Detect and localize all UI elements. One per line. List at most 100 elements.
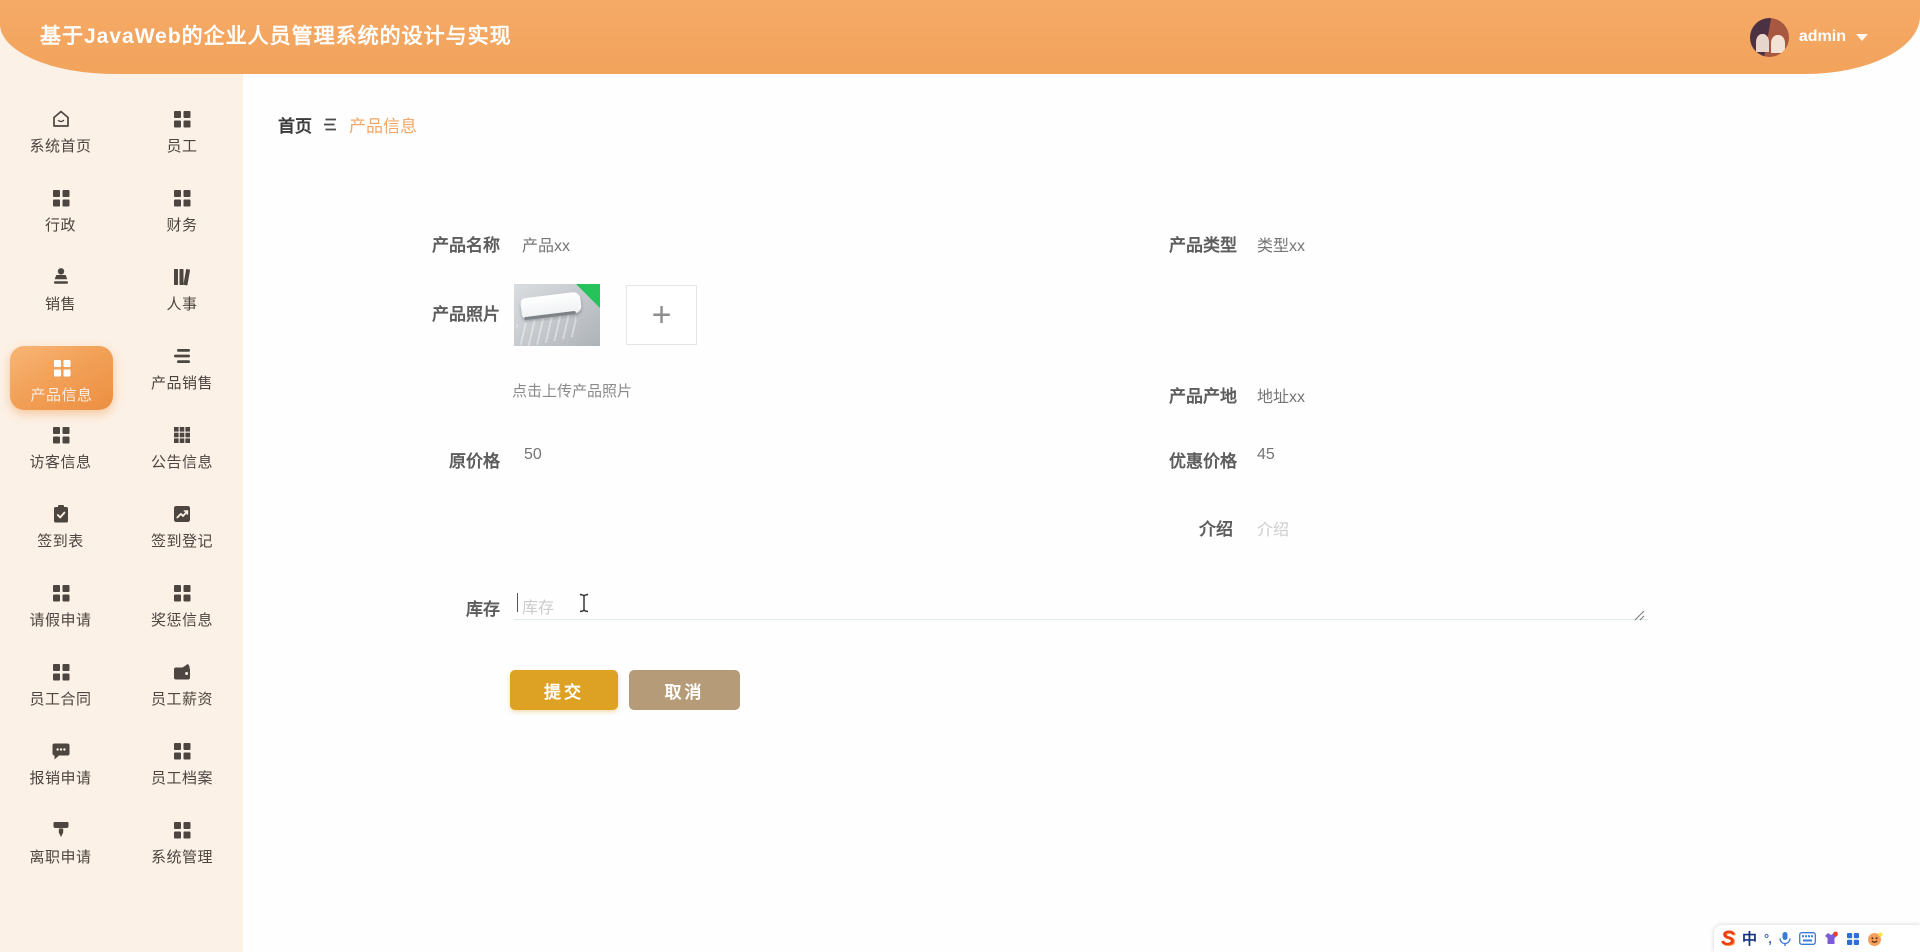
product-origin-input[interactable]: 地址xx bbox=[1257, 383, 1305, 407]
toolbox-icon[interactable] bbox=[1846, 932, 1860, 946]
sidebar-item-label: 行政 bbox=[45, 214, 76, 235]
grid-icon bbox=[50, 661, 72, 683]
caret-down-icon bbox=[1856, 34, 1868, 41]
user-menu[interactable]: admin bbox=[1750, 15, 1868, 59]
ime-toolbar: S 中 °, bbox=[1714, 925, 1920, 952]
sidebar-item-label: 员工合同 bbox=[29, 688, 91, 709]
sidebar-item-label: 财务 bbox=[166, 214, 197, 235]
breadcrumb-current[interactable]: 产品信息 bbox=[349, 112, 417, 137]
sogou-logo[interactable]: S bbox=[1721, 928, 1735, 949]
sidebar-item-leave-request[interactable]: 请假申请 bbox=[0, 573, 121, 652]
sidebar-item-label: 产品信息 bbox=[30, 384, 92, 405]
list-icon bbox=[171, 345, 193, 367]
mouse-ibeam-cursor bbox=[578, 593, 590, 618]
photo-upload-button[interactable]: + bbox=[626, 285, 697, 345]
sidebar-item-salary[interactable]: 员工薪资 bbox=[121, 652, 243, 731]
text-caret bbox=[517, 593, 518, 612]
mic-icon[interactable] bbox=[1778, 931, 1792, 947]
sidebar: 系统首页 员工 行政 财务 销售 人事 bbox=[0, 0, 243, 952]
product-photo-label: 产品照片 bbox=[340, 300, 500, 325]
home-icon bbox=[50, 108, 72, 130]
product-origin-label: 产品产地 bbox=[1077, 382, 1237, 407]
submit-button[interactable]: 提交 bbox=[510, 670, 618, 710]
cancel-button[interactable]: 取消 bbox=[629, 670, 740, 710]
app-header: 基于JavaWeb的企业人员管理系统的设计与实现 admin bbox=[0, 0, 1920, 74]
sidebar-item-home[interactable]: 系统首页 bbox=[0, 99, 121, 178]
grid-icon bbox=[50, 187, 72, 209]
books-icon bbox=[171, 266, 193, 288]
photo-corner-badge bbox=[576, 284, 600, 308]
grid-icon bbox=[171, 582, 193, 604]
sidebar-item-finance[interactable]: 财务 bbox=[121, 178, 243, 257]
sidebar-menu: 系统首页 员工 行政 财务 销售 人事 bbox=[0, 99, 243, 889]
sidebar-item-product-info[interactable]: 产品信息 bbox=[10, 346, 113, 410]
sidebar-item-reimbursement[interactable]: 报销申请 bbox=[0, 731, 121, 810]
product-type-label: 产品类型 bbox=[1077, 231, 1237, 256]
ime-punctuation[interactable]: °, bbox=[1764, 931, 1771, 946]
intro-input[interactable]: 介绍 bbox=[1257, 516, 1289, 540]
stamp-icon bbox=[50, 266, 72, 288]
grid-icon bbox=[171, 740, 193, 762]
sidebar-item-label: 离职申请 bbox=[29, 846, 91, 867]
sidebar-item-hr[interactable]: 人事 bbox=[121, 257, 243, 336]
grid-icon bbox=[171, 108, 193, 130]
stock-placeholder: 库存 bbox=[522, 594, 554, 618]
sidebar-item-system-admin[interactable]: 系统管理 bbox=[121, 810, 243, 889]
resize-grip-icon[interactable] bbox=[1630, 606, 1646, 627]
discount-price-label: 优惠价格 bbox=[1077, 447, 1237, 472]
sidebar-item-administration[interactable]: 行政 bbox=[0, 178, 121, 257]
plus-icon: + bbox=[652, 298, 672, 332]
sidebar-item-label: 公告信息 bbox=[151, 451, 213, 472]
sidebar-item-announcement[interactable]: 公告信息 bbox=[121, 415, 243, 494]
sidebar-item-label: 签到登记 bbox=[151, 530, 213, 551]
hamburger-icon bbox=[323, 118, 338, 131]
sidebar-item-label: 产品销售 bbox=[151, 372, 213, 393]
sidebar-item-signin-sheet[interactable]: 签到表 bbox=[0, 494, 121, 573]
breadcrumb-home[interactable]: 首页 bbox=[278, 112, 312, 137]
grid-icon bbox=[50, 424, 72, 446]
sidebar-item-label: 系统管理 bbox=[151, 846, 213, 867]
sidebar-item-resignation[interactable]: 离职申请 bbox=[0, 810, 121, 889]
breadcrumb: 首页 产品信息 bbox=[278, 112, 417, 137]
sidebar-item-contract[interactable]: 员工合同 bbox=[0, 652, 121, 731]
chart-icon bbox=[171, 503, 193, 525]
sidebar-item-label: 员工薪资 bbox=[151, 688, 213, 709]
discount-price-input[interactable]: 45 bbox=[1257, 446, 1275, 464]
photo-upload-hint: 点击上传产品照片 bbox=[512, 380, 632, 401]
sidebar-item-visitor-info[interactable]: 访客信息 bbox=[0, 415, 121, 494]
original-price-input[interactable]: 50 bbox=[524, 446, 542, 464]
sidebar-item-employee-files[interactable]: 员工档案 bbox=[121, 731, 243, 810]
user-avatar[interactable] bbox=[1750, 18, 1789, 57]
emoji-icon[interactable] bbox=[1867, 931, 1883, 947]
clipboard-check-icon bbox=[50, 503, 72, 525]
sidebar-item-label: 员工 bbox=[166, 135, 197, 156]
sidebar-item-reward-punishment[interactable]: 奖惩信息 bbox=[121, 573, 243, 652]
sidebar-item-sales[interactable]: 销售 bbox=[0, 257, 121, 336]
sidebar-item-label: 访客信息 bbox=[29, 451, 91, 472]
grid-icon bbox=[171, 187, 193, 209]
sidebar-item-label: 员工档案 bbox=[151, 767, 213, 788]
product-photo-thumbnail[interactable] bbox=[514, 284, 600, 346]
sidebar-item-signin-register[interactable]: 签到登记 bbox=[121, 494, 243, 573]
grid-icon bbox=[51, 357, 73, 379]
ime-mode-chinese[interactable]: 中 bbox=[1742, 928, 1757, 949]
username: admin bbox=[1799, 28, 1846, 46]
intro-label: 介绍 bbox=[1073, 515, 1233, 540]
chat-icon bbox=[50, 740, 72, 762]
stock-label: 库存 bbox=[340, 595, 500, 620]
product-name-label: 产品名称 bbox=[340, 231, 500, 256]
product-type-input[interactable]: 类型xx bbox=[1257, 232, 1305, 256]
original-price-label: 原价格 bbox=[340, 447, 500, 472]
sidebar-item-label: 人事 bbox=[166, 293, 197, 314]
skin-icon[interactable] bbox=[1823, 931, 1839, 946]
grid-icon bbox=[171, 819, 193, 841]
grid9-icon bbox=[171, 424, 193, 446]
grid-icon bbox=[50, 582, 72, 604]
product-name-input[interactable]: 产品xx bbox=[522, 232, 570, 256]
sidebar-item-label: 奖惩信息 bbox=[151, 609, 213, 630]
stock-textarea[interactable]: 库存 bbox=[514, 574, 1648, 620]
sidebar-item-product-sales[interactable]: 产品销售 bbox=[121, 336, 243, 415]
sidebar-item-employee[interactable]: 员工 bbox=[121, 99, 243, 178]
keyboard-icon[interactable] bbox=[1799, 932, 1816, 945]
sidebar-item-label: 报销申请 bbox=[29, 767, 91, 788]
